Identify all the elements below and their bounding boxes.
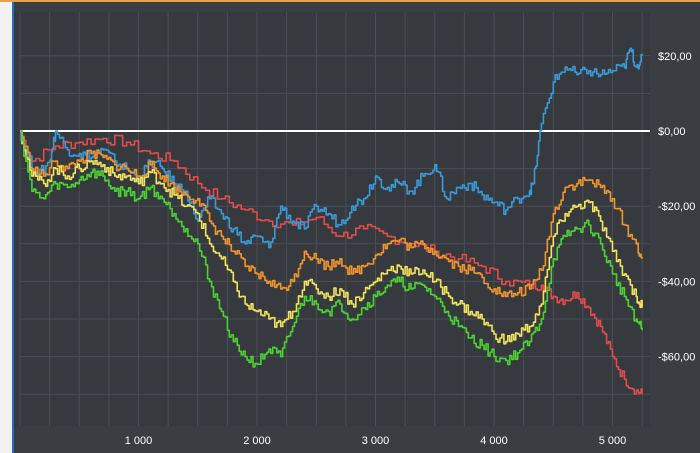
x-axis-ticks: 1 000 2 000 3 000 4 000 5 000: [125, 435, 627, 447]
y-axis-ticks: $20,00 $0,00 -$20,00 -$40,00 -$60,00: [658, 51, 695, 364]
x-tick-label: 3 000: [362, 435, 390, 447]
y-tick-label: -$60,00: [658, 352, 695, 364]
y-tick-label: $20,00: [658, 51, 692, 63]
x-tick-label: 5 000: [599, 435, 627, 447]
y-tick-label: $0,00: [658, 126, 686, 138]
x-tick-label: 4 000: [480, 435, 508, 447]
equity-line-chart: 1 000 2 000 3 000 4 000 5 000 $20,00 $0,00 -$2…: [14, 12, 695, 447]
y-tick-label: -$20,00: [658, 201, 695, 213]
y-tick-label: -$40,00: [658, 276, 695, 288]
x-tick-label: 1 000: [125, 435, 153, 447]
x-tick-label: 2 000: [243, 435, 271, 447]
chart-window: 1 000 2 000 3 000 4 000 5 000 $20,00 $0,00 -$2…: [0, 0, 700, 453]
